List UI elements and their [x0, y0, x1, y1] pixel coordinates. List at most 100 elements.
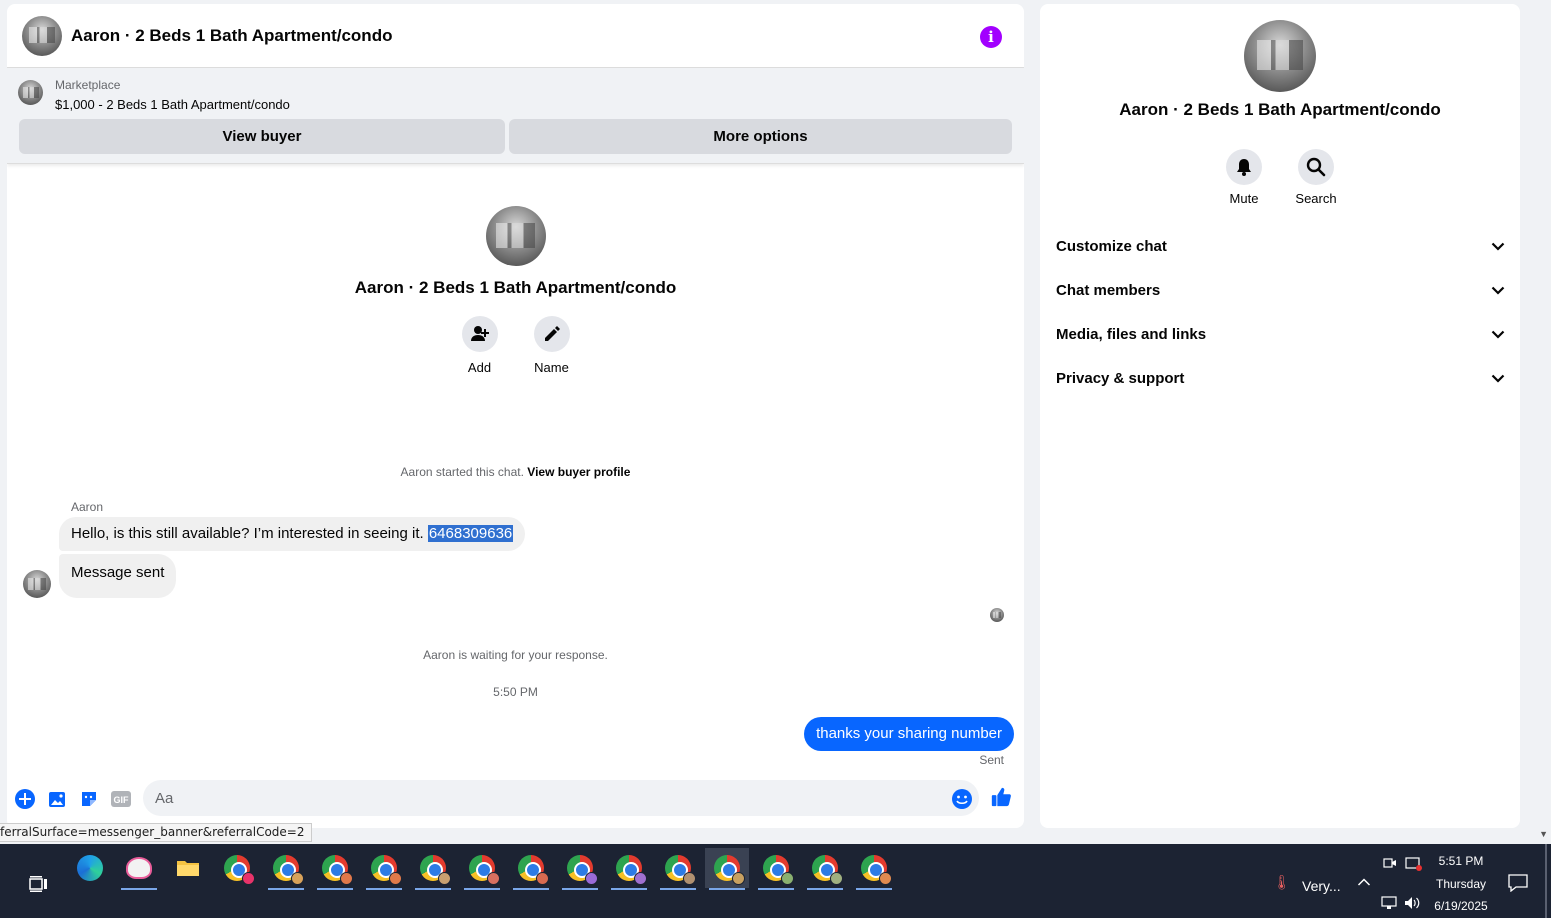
add-button[interactable]: Add: [461, 316, 498, 375]
intro-avatar: [485, 206, 546, 266]
more-options-button[interactable]: More options: [509, 119, 1012, 154]
chat-avatar[interactable]: [22, 15, 62, 56]
info-sections: Customize chat Chat members Media, files…: [1056, 224, 1506, 400]
section-media-files-links[interactable]: Media, files and links: [1056, 312, 1506, 356]
section-chat-members[interactable]: Chat members: [1056, 268, 1506, 312]
section-customize-chat[interactable]: Customize chat: [1056, 224, 1506, 268]
chat-header: Aaron · 2 Beds 1 Bath Apartment/condo i: [7, 4, 1024, 68]
chat-started-text: Aaron started this chat.: [400, 465, 524, 479]
add-label: Add: [467, 360, 492, 375]
name-button[interactable]: Name: [533, 316, 570, 375]
section-label: Media, files and links: [1056, 325, 1207, 343]
gif-icon[interactable]: GIF: [110, 788, 132, 810]
add-person-icon[interactable]: [461, 316, 498, 352]
clock-time[interactable]: 5:51 PM: [1430, 854, 1492, 868]
message-bubble[interactable]: Hello, is this still available? I’m inte…: [59, 517, 526, 551]
name-label: Name: [534, 360, 569, 375]
show-desktop-divider[interactable]: [1545, 844, 1547, 918]
marketplace-banner: Marketplace $1,000 - 2 Beds 1 Bath Apart…: [7, 68, 1024, 164]
info-icon[interactable]: i: [980, 26, 1002, 48]
chrome-profile-icon[interactable]: [705, 848, 749, 890]
chrome-profile-icon[interactable]: [607, 848, 651, 890]
chrome-profile-icon[interactable]: [362, 848, 406, 890]
volume-icon[interactable]: [1404, 896, 1422, 913]
message-text: Message sent: [71, 564, 165, 581]
sent-status: Sent: [979, 753, 1004, 767]
paint-app-icon[interactable]: [117, 848, 161, 890]
taskbar: 🌡 Very... 5:51 PM Thursday 6/19/2025: [0, 844, 1551, 918]
message-bubble[interactable]: Message sent: [59, 554, 177, 598]
emoji-icon[interactable]: [951, 788, 973, 810]
profile-title: Aaron · 2 Beds 1 Bath Apartment/condo: [1119, 100, 1441, 119]
chat-title[interactable]: Aaron · 2 Beds 1 Bath Apartment/condo: [71, 26, 392, 46]
photo-icon[interactable]: [46, 788, 68, 810]
edge-browser-icon[interactable]: [68, 848, 112, 888]
chrome-profile-icon[interactable]: [215, 848, 259, 888]
section-label: Chat members: [1056, 281, 1161, 299]
clock-day[interactable]: Thursday: [1430, 877, 1492, 891]
chrome-profile-icon[interactable]: [754, 848, 798, 890]
chrome-profile-icon[interactable]: [460, 848, 504, 890]
chrome-profile-icon[interactable]: [558, 848, 602, 890]
task-view-icon[interactable]: [17, 864, 61, 904]
chevron-up-icon[interactable]: [1357, 874, 1371, 890]
intro-title: Aaron · 2 Beds 1 Bath Apartment/condo: [354, 278, 677, 297]
like-icon[interactable]: [990, 786, 1012, 808]
view-buyer-button[interactable]: View buyer: [19, 119, 505, 154]
chrome-profile-icon[interactable]: [803, 848, 847, 890]
chrome-profile-icon[interactable]: [509, 848, 553, 890]
chrome-profile-icon[interactable]: [656, 848, 700, 890]
meet-now-icon[interactable]: [1383, 856, 1397, 873]
scroll-down-arrow-icon[interactable]: ▼: [1539, 829, 1548, 839]
search-label: Search: [1295, 191, 1337, 206]
view-buyer-profile-link[interactable]: View buyer profile: [527, 465, 630, 479]
display-notification-icon[interactable]: [1405, 856, 1423, 875]
search-icon[interactable]: [1298, 149, 1334, 185]
plus-icon[interactable]: [14, 788, 36, 810]
thermometer-icon[interactable]: 🌡: [1273, 874, 1291, 891]
listing-title[interactable]: $1,000 - 2 Beds 1 Bath Apartment/condo: [55, 97, 290, 112]
profile-actions: Mute Search: [1226, 149, 1337, 206]
timestamp: 5:50 PM: [493, 685, 538, 699]
sticker-icon[interactable]: [78, 788, 100, 810]
intro-actions: Add Name: [7, 316, 1024, 375]
composer: GIF Aa: [7, 780, 1024, 820]
message-input[interactable]: Aa: [143, 780, 979, 816]
chevron-down-icon: [1490, 370, 1506, 386]
chat-panel: Aaron · 2 Beds 1 Bath Apartment/condo i …: [7, 4, 1024, 828]
clock-date[interactable]: 6/19/2025: [1426, 899, 1496, 913]
profile-avatar[interactable]: [1244, 20, 1316, 92]
chevron-down-icon: [1490, 282, 1506, 298]
sender-avatar[interactable]: [23, 570, 51, 598]
chrome-profile-icon[interactable]: [313, 848, 357, 890]
chrome-profile-icon[interactable]: [852, 848, 896, 890]
weather-text[interactable]: Very...: [1302, 878, 1341, 894]
marketplace-label: Marketplace: [55, 78, 121, 92]
read-receipt-avatar: [990, 608, 1004, 622]
file-explorer-icon[interactable]: [166, 848, 210, 888]
pencil-icon[interactable]: [533, 316, 570, 352]
notification-center-icon[interactable]: [1508, 874, 1528, 895]
mute-label: Mute: [1229, 191, 1259, 206]
section-privacy-support[interactable]: Privacy & support: [1056, 356, 1506, 400]
chat-intro: Aaron · 2 Beds 1 Bath Apartment/condo Ad…: [7, 206, 1024, 375]
network-icon[interactable]: [1380, 896, 1398, 913]
outgoing-message-bubble[interactable]: thanks your sharing number: [804, 717, 1014, 751]
sender-name: Aaron: [71, 500, 104, 514]
phone-number-selection[interactable]: 6468309636: [427, 525, 514, 542]
message-text: Hello, is this still available? I’m inte…: [71, 525, 424, 542]
search-button[interactable]: Search: [1295, 149, 1337, 206]
chat-started-notice: Aaron started this chat. View buyer prof…: [7, 465, 1024, 479]
chevron-down-icon: [1490, 238, 1506, 254]
link-status-bar: ferralSurface=messenger_banner&referralC…: [0, 823, 312, 842]
svg-text:GIF: GIF: [114, 795, 130, 805]
waiting-notice: Aaron is waiting for your response.: [423, 648, 608, 662]
bell-icon[interactable]: [1226, 149, 1262, 185]
chrome-profile-icon[interactable]: [411, 848, 455, 890]
mute-button[interactable]: Mute: [1226, 149, 1262, 206]
listing-thumbnail[interactable]: [18, 80, 43, 105]
section-label: Customize chat: [1056, 237, 1167, 255]
chrome-profile-icon[interactable]: [264, 848, 308, 890]
section-label: Privacy & support: [1056, 369, 1185, 387]
chevron-down-icon: [1490, 326, 1506, 342]
